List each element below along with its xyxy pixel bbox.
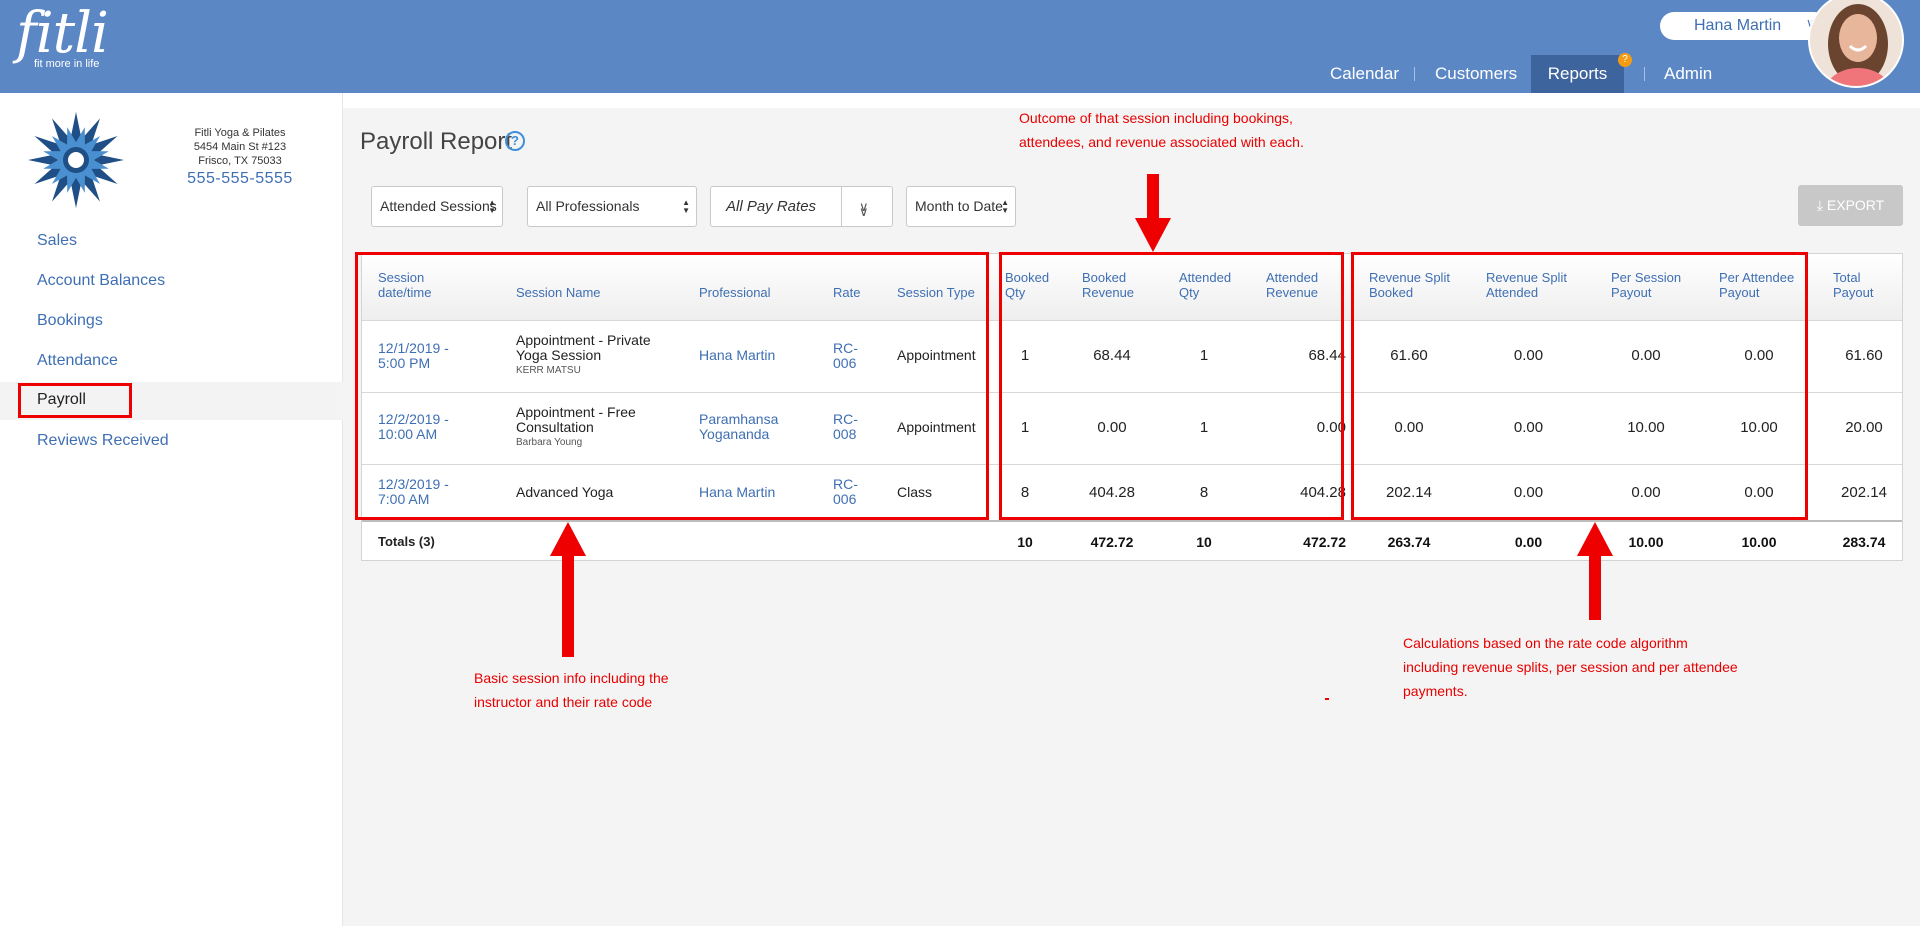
total-booked-revenue: 472.72 (1090, 534, 1134, 550)
business-info: Fitli Yoga & Pilates 5454 Main St #123 F… (160, 126, 320, 187)
logo-word: fitli (16, 1, 109, 66)
logo-tagline: fit more in life (34, 58, 100, 70)
total-payout: 202.14 (1841, 484, 1887, 501)
total-attended-revenue: 472.72 (1303, 534, 1346, 550)
business-phone[interactable]: 555-555-5555 (160, 171, 320, 187)
select-arrows-icon: ▲ ▼ (682, 198, 690, 215)
annotation-text-session-info: Basic session info including the instruc… (474, 670, 669, 710)
user-menu[interactable]: Hana Martin ∨ (1660, 12, 1828, 40)
nav-admin[interactable]: Admin (1664, 55, 1714, 93)
sidebar-item-bookings[interactable]: Bookings (37, 312, 103, 330)
sidebar-item-account-balances[interactable]: Account Balances (37, 272, 165, 290)
arrow-down-icon (1135, 218, 1171, 252)
total-revenue-split-attended: 0.00 (1514, 534, 1543, 550)
arrow-up-icon (550, 522, 586, 556)
annotation-arrow-up-shaft (1589, 554, 1601, 620)
nav-divider (1414, 67, 1415, 81)
totals-label: Totals (3) (378, 534, 435, 549)
totals-divider (362, 520, 1902, 522)
select-arrows-icon: ▲ ▼ (1001, 198, 1009, 215)
session-filter-select[interactable]: Attended Sessions ▲ ▼ (371, 186, 503, 227)
total-attended-qty: 10 (1196, 534, 1212, 550)
nav-divider (1644, 67, 1645, 81)
col-total-payout[interactable]: Total Payout (1833, 270, 1883, 300)
total-payout: 61.60 (1845, 347, 1883, 364)
session-filter-value: Attended Sessions (380, 198, 497, 214)
double-chevron-down-icon: ∨ ∨ (859, 199, 869, 219)
pay-rate-filter-select[interactable]: All Pay Rates ∨ ∨ (710, 186, 893, 227)
sidebar-item-reviews-received[interactable]: Reviews Received (37, 432, 169, 450)
business-address-2: Frisco, TX 75033 (198, 155, 282, 167)
reports-badge: ? (1618, 53, 1632, 67)
annotation-box-calculations (1351, 252, 1808, 520)
annotation-arrow-down-shaft (1147, 174, 1159, 222)
annotation-stray-mark (1325, 698, 1329, 700)
nav-reports[interactable]: Reports (1531, 55, 1624, 93)
top-bar (0, 0, 1920, 93)
professional-filter-value: All Professionals (536, 198, 640, 214)
annotation-arrow-up-shaft (562, 554, 574, 657)
annotation-text-outcome: Outcome of that session including bookin… (1019, 110, 1304, 150)
business-logo (26, 110, 126, 210)
annotation-box-outcome (999, 252, 1344, 520)
business-name: Fitli Yoga & Pilates (194, 127, 286, 139)
page-title: Payroll Report (360, 128, 513, 155)
sidebar-item-attendance[interactable]: Attendance (37, 352, 118, 370)
nav-customers[interactable]: Customers (1435, 55, 1517, 93)
total-booked-qty: 10 (1017, 534, 1033, 550)
total-per-attendee-payout: 10.00 (1741, 534, 1777, 550)
date-range-select[interactable]: Month to Date ▲ ▼ (906, 186, 1016, 227)
user-name: Hana Martin (1694, 17, 1782, 34)
select-arrows-icon: ▲ ▼ (488, 198, 496, 215)
professional-filter-select[interactable]: All Professionals ▲ ▼ (527, 186, 697, 227)
total-total-payout: 283.74 (1842, 534, 1886, 550)
annotation-box-session-info (355, 252, 989, 520)
export-button[interactable]: ⤓ EXPORT (1798, 185, 1903, 226)
total-payout: 20.00 (1845, 419, 1883, 436)
fitli-logo[interactable]: fitli fit more in life (16, 1, 109, 71)
annotation-text-calculations: Calculations based on the rate code algo… (1403, 635, 1738, 699)
business-address-1: 5454 Main St #123 (193, 141, 287, 153)
total-revenue-split-booked: 263.74 (1387, 534, 1431, 550)
annotation-box-payroll (18, 383, 132, 418)
help-icon[interactable]: ? (505, 131, 525, 151)
sidebar-item-sales[interactable]: Sales (37, 232, 77, 250)
download-icon: ⤓ (1816, 197, 1823, 213)
arrow-up-icon (1577, 522, 1613, 556)
select-divider (841, 187, 842, 226)
pay-rate-filter-value: All Pay Rates (726, 198, 817, 215)
nav-calendar[interactable]: Calendar (1330, 55, 1399, 93)
date-range-value: Month to Date (915, 198, 1003, 214)
total-per-session-payout: 10.00 (1628, 534, 1664, 550)
sidebar (0, 93, 343, 926)
